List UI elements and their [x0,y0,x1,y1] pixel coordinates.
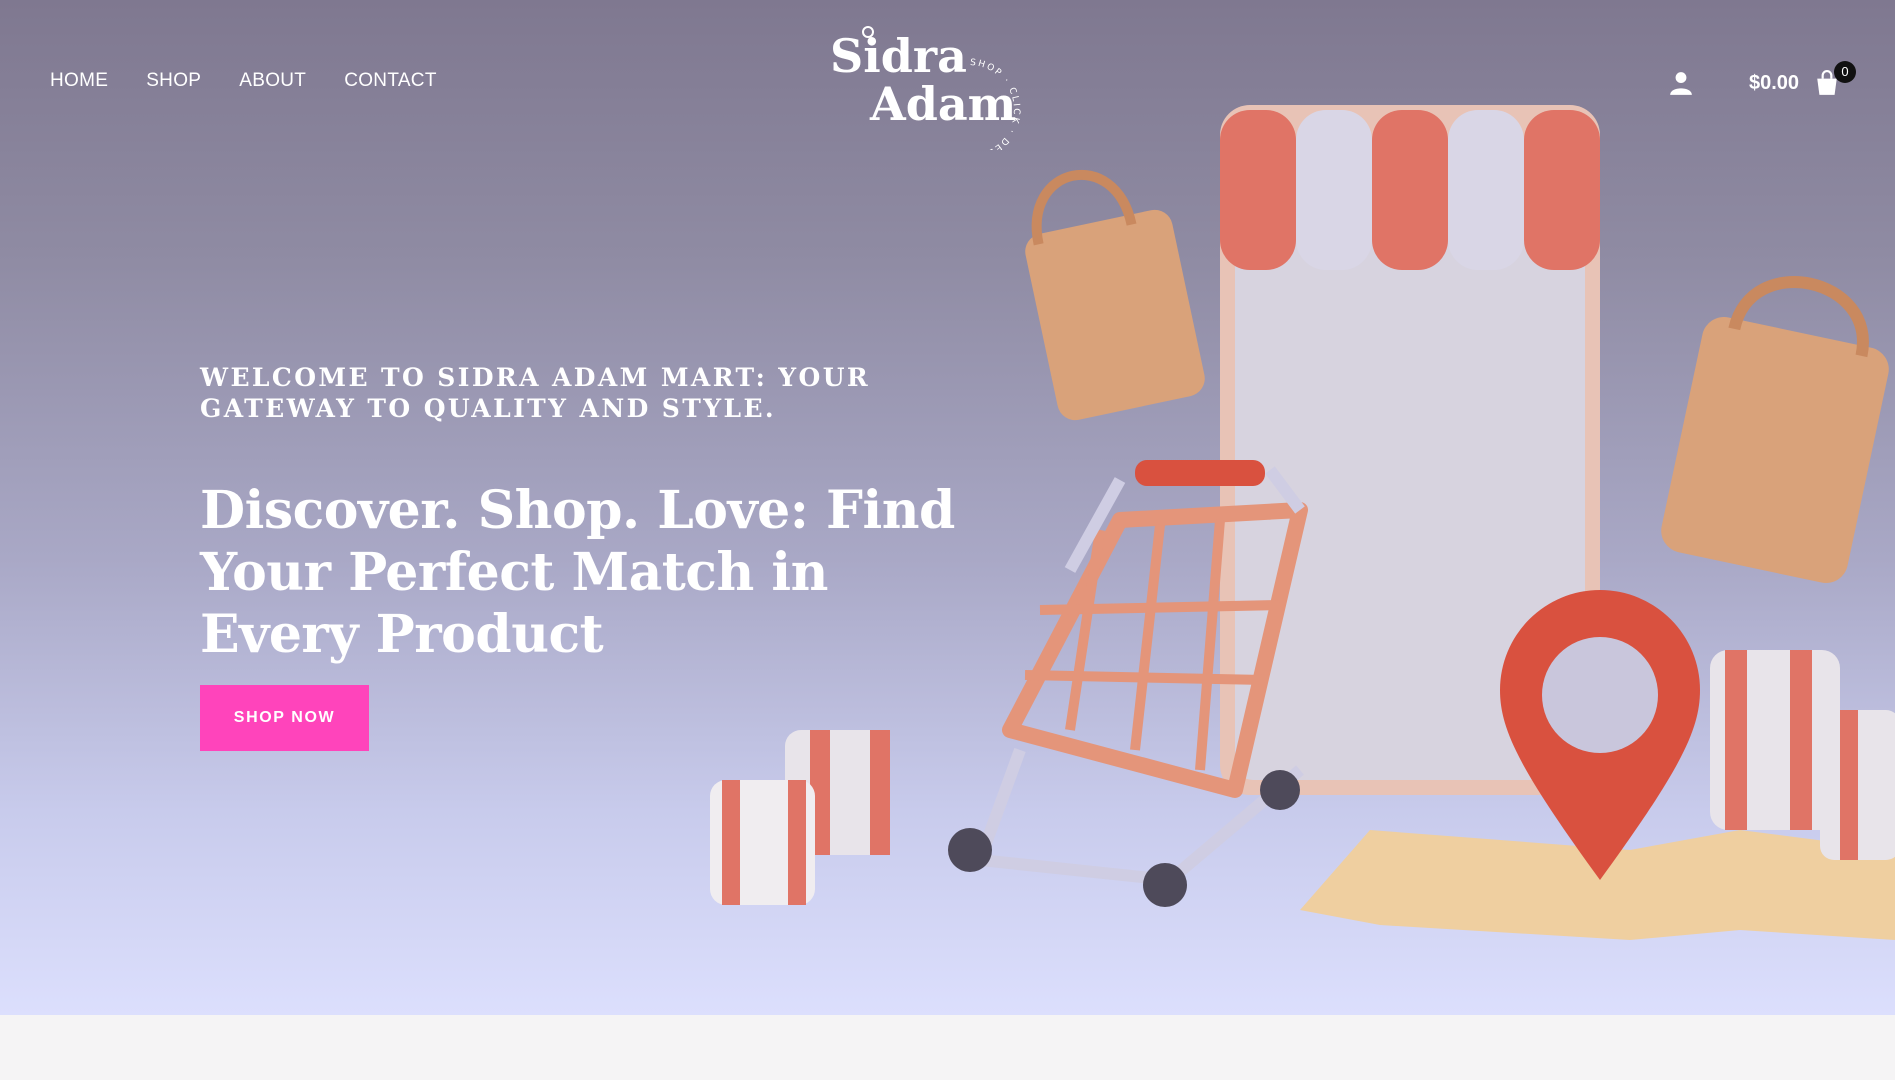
shopping-bag-right [1661,276,1889,584]
hero-illustration [710,105,1895,940]
gift-box-right [1710,650,1895,860]
shopping-bag-left [1025,169,1205,421]
location-pin-icon [1500,590,1700,880]
cart-count-badge: 0 [1834,61,1856,83]
awning [1220,110,1600,270]
page-bottom-band [0,1015,1895,1080]
hero-section: HOME SHOP ABOUT CONTACT Sidra Adam SHOP … [0,0,1895,1015]
shop-now-button[interactable]: SHOP NOW [200,685,369,751]
nav-about[interactable]: ABOUT [239,70,306,92]
nav-shop[interactable]: SHOP [146,70,201,92]
nav-contact[interactable]: CONTACT [344,70,437,92]
nav-home[interactable]: HOME [50,70,108,92]
gift-box-left [710,730,890,905]
main-nav: HOME SHOP ABOUT CONTACT [50,70,437,92]
logo-line1: Sidra [830,29,967,83]
